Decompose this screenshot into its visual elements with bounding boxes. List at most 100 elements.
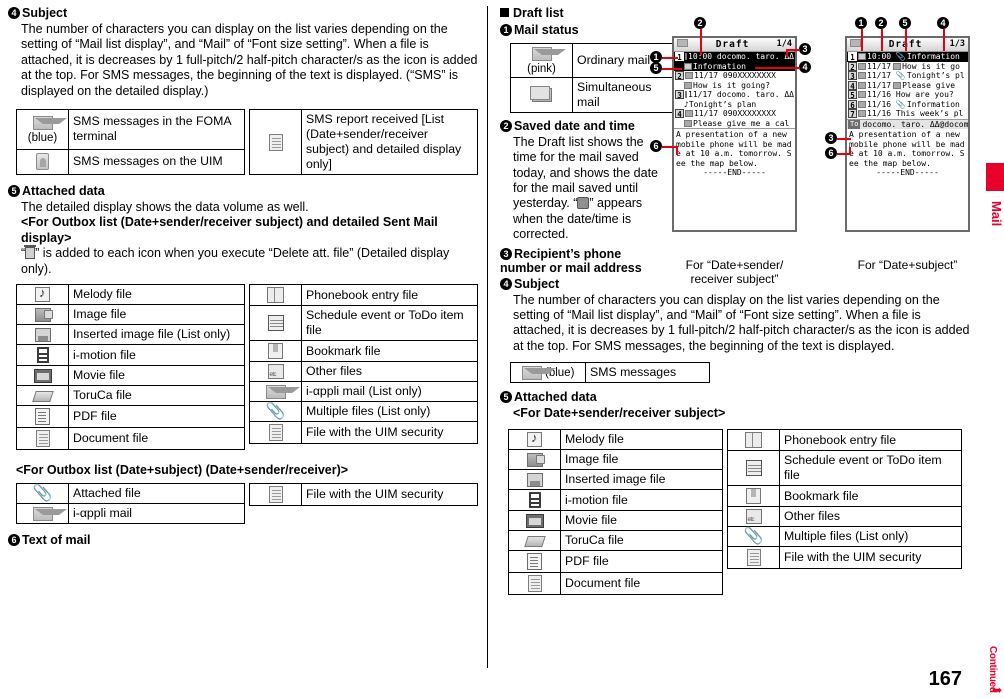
callout-a-5: 5: [650, 62, 662, 74]
mail-list-row-sub[interactable]: How is it going?: [674, 81, 795, 91]
row-line2: How is it going?: [693, 80, 771, 90]
table-row: Inserted image file (List only): [16, 324, 245, 346]
callout-marker: 4: [500, 277, 512, 290]
preview-line: mobile phone will be mad: [849, 139, 965, 149]
attached-right-table-right: Phonebook entry file Schedule event or T…: [727, 429, 962, 570]
row-subject: Tonight’s pl: [906, 71, 965, 80]
table-row: 📎 Multiple files (List only): [727, 526, 962, 548]
schedule-todo-file-icon: [727, 450, 780, 487]
table-cell-label: i-motion file: [560, 489, 723, 512]
section-heading-attached-data: 5 Attached data: [8, 184, 478, 199]
callout-a-2: 2: [694, 17, 706, 29]
mail-list-row[interactable]: 4 11/17 Please give: [847, 81, 968, 91]
uim-card-icon: [16, 148, 69, 176]
row-index: 7: [848, 109, 857, 119]
status-square-icon: [858, 53, 866, 61]
leader-line: [786, 49, 788, 57]
table-cell-label: Multiple files (List only): [779, 526, 962, 548]
mail-list-row-sub[interactable]: Please give me a cal: [674, 119, 795, 129]
table-cell-label: Schedule event or ToDo item file: [779, 450, 962, 487]
callout-b-1: 1: [855, 17, 867, 29]
phonebook-entry-file-icon: [249, 284, 302, 307]
row-date: 11/17: [867, 80, 892, 90]
mail-list-row[interactable]: 3 11/17 docomo. taro. ΔΔ: [674, 90, 795, 100]
table-row: PDF file: [16, 405, 245, 429]
status-square-icon: [858, 62, 866, 70]
table-row: i-motion file: [508, 489, 723, 512]
table-cell-label: Document file: [68, 427, 245, 451]
status-square-icon: [685, 72, 693, 80]
other-files-icon: [727, 506, 780, 528]
envelope-blue-icon: (blue): [510, 362, 586, 384]
table-row: PDF file: [508, 550, 723, 574]
table-cell-label: Phonebook entry file: [301, 284, 478, 307]
mail-preview-b: A presentation of a new mobile phone wil…: [847, 129, 968, 179]
table-cell-label: i-αppli mail: [68, 503, 245, 525]
table-cell-label: i-αppli mail (List only): [301, 381, 478, 403]
table-row: Inserted image file: [508, 469, 723, 491]
row-index: 2: [675, 71, 684, 81]
status-square-icon: [685, 110, 693, 118]
leader-line: [837, 138, 851, 140]
manual-page: 4 Subject The number of characters you ca…: [0, 0, 1004, 699]
table-row: (blue) SMS messages: [510, 362, 710, 384]
row-date: 11/16: [867, 109, 892, 118]
table-cell-label: PDF file: [560, 550, 723, 574]
heading-text: Subject: [514, 276, 560, 291]
sms-icon-table-left: (blue) SMS messages in the FOMA terminal…: [16, 109, 245, 176]
mail-list-row[interactable]: 1 10:00 📎 Information: [847, 52, 968, 62]
status-square-icon: [858, 100, 866, 108]
outbox-table-right: File with the UIM security: [249, 483, 478, 507]
uim-security-file-icon: [249, 483, 302, 507]
heading-text: Recipient’s phone number or mail address: [500, 246, 642, 275]
callout-marker: 6: [8, 534, 20, 547]
leader-line: [849, 147, 851, 155]
movie-file-icon: [508, 510, 561, 532]
row-line2: ♪Tonight’s plan: [684, 99, 757, 109]
mail-list-row-sub[interactable]: ♪Tonight’s plan: [674, 100, 795, 110]
table-cell-label: SMS messages in the FOMA terminal: [68, 109, 245, 150]
callout-marker: 5: [8, 185, 20, 198]
movie-file-icon: [16, 365, 69, 387]
mail-list-row[interactable]: 2 11/17 How is it go: [847, 62, 968, 72]
leader-line: [905, 29, 907, 51]
table-cell-label: Bookmark file: [779, 485, 962, 508]
schedule-todo-file-icon: [249, 305, 302, 342]
icon-note: (pink): [527, 62, 556, 75]
to-address: docomo. taro. ΔΔ@docom: [862, 119, 969, 129]
table-row: i-αppli mail (List only): [249, 381, 478, 403]
table-row: File with the UIM security: [249, 421, 478, 445]
status-square-icon: [685, 91, 688, 99]
row-index: 5: [848, 90, 857, 100]
row-index: 6: [848, 99, 857, 110]
callout-a-3: 3: [799, 43, 811, 55]
mail-list-row[interactable]: 3 11/17 📎 Tonight’s pl: [847, 71, 968, 81]
toruca-file-icon: [16, 385, 69, 407]
status-square-icon: [858, 81, 866, 89]
bookmark-file-icon: [727, 485, 780, 508]
callout-b-4: 4: [937, 17, 949, 29]
recipient-row: To docomo. taro. ΔΔ@docom: [847, 119, 969, 129]
table-cell-label: Inserted image file: [560, 469, 723, 491]
leader-line: [881, 29, 883, 51]
toruca-file-icon: [508, 530, 561, 552]
table-row: Simultaneous mail: [510, 76, 676, 113]
mail-list-row[interactable]: 2 11/17 090XXXXXXXX: [674, 71, 795, 81]
table-row: Melody file: [16, 284, 245, 306]
subject-paragraph: The number of characters you can display…: [21, 22, 478, 98]
table-cell-label: ToruCa file: [560, 530, 723, 552]
uim-security-file-icon: [727, 546, 780, 570]
page-title-text: Draft list: [513, 6, 564, 20]
mail-list-row[interactable]: 4 11/17 090XXXXXXXX: [674, 109, 795, 119]
sms-table-right-col: (blue) SMS messages: [510, 362, 710, 384]
caption-line2: receiver subject”: [690, 272, 779, 286]
mail-list-row[interactable]: 6 11/16 📎 Information: [847, 100, 968, 110]
table-cell-label: Inserted image file (List only): [68, 324, 245, 346]
attach-square-icon: [684, 81, 692, 89]
mail-list-row[interactable]: 5 11/16 How are you?: [847, 90, 968, 100]
table-row: Bookmark file: [249, 340, 478, 363]
row-subject: How is it go: [902, 61, 960, 71]
mail-list-row[interactable]: 1 10:00 docomo. taro. ΔΔ: [674, 52, 795, 62]
other-files-icon: [249, 361, 302, 383]
mail-list-row[interactable]: 7 11/16 This week’s pl: [847, 109, 968, 119]
